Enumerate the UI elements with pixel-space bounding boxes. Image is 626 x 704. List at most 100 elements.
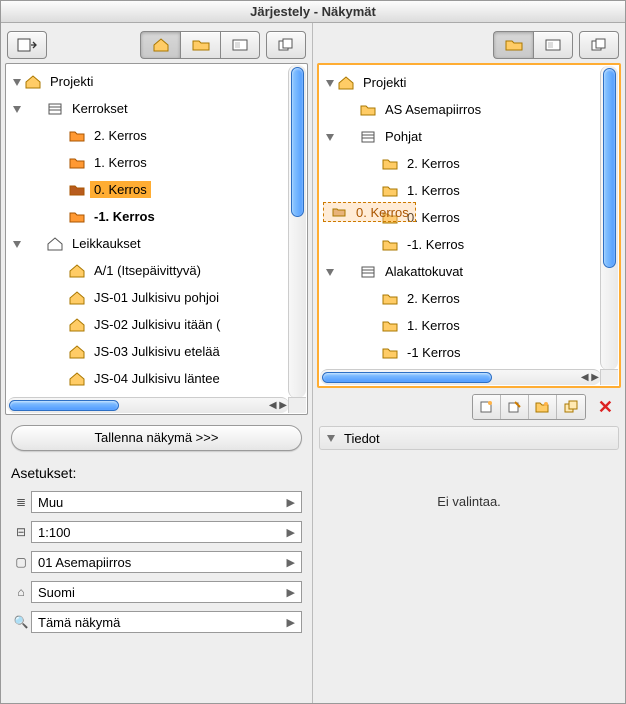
stories-icon — [359, 129, 377, 145]
scroll-arrows[interactable]: ◀ ▶ — [269, 398, 287, 413]
right-view-mode — [493, 31, 573, 59]
units-icon: ⌂ — [11, 585, 31, 599]
layers-icon: ≣ — [11, 495, 31, 509]
tree-label: -1 Kerros — [403, 344, 464, 361]
view-layouts-button[interactable] — [533, 31, 573, 59]
tree-row-sections[interactable]: Leikkaukset — [6, 230, 307, 257]
tree-label: 1. Kerros — [403, 317, 464, 334]
tree-row-root[interactable]: Projekti — [6, 68, 307, 95]
tree-row-root[interactable]: Projekti — [319, 69, 619, 96]
tree-row-section[interactable]: JS-02 Julkisivu itään ( — [6, 311, 307, 338]
tree-row-siteplan[interactable]: AS Asemapiirros — [319, 96, 619, 123]
tree-row-section[interactable]: JS-03 Julkisivu etelää — [6, 338, 307, 365]
left-toolbar — [5, 27, 308, 63]
tree-label: JS-01 Julkisivu pohjoi — [90, 289, 223, 306]
details-disclosure[interactable]: Tiedot — [319, 426, 619, 450]
tree-row-ceiling[interactable]: -1 Kerros — [319, 339, 619, 366]
tree-label: Kerrokset — [68, 100, 132, 117]
content: Projekti Kerrokset 2. Kerros1. Kerros0. … — [1, 23, 625, 703]
setting-value: Muu — [38, 495, 63, 510]
setting-row: ▢01 Asemapiirros▶ — [11, 549, 302, 575]
view-project-button[interactable] — [140, 31, 180, 59]
new-view-button[interactable] — [473, 395, 501, 419]
setting-row: ⊟1:100▶ — [11, 519, 302, 545]
tree-row-plans[interactable]: Pohjat — [319, 123, 619, 150]
project-icon — [24, 74, 42, 90]
save-view-button[interactable]: Tallenna näkymä >>> — [11, 425, 302, 451]
tree-label: -1. Kerros — [90, 208, 159, 225]
tree-label: 2. Kerros — [403, 290, 464, 307]
setting-select[interactable]: Muu▶ — [31, 491, 302, 513]
right-toolbar — [317, 27, 621, 63]
disclosure-icon[interactable] — [323, 267, 337, 277]
scale-icon: ⊟ — [11, 525, 31, 539]
disclosure-icon[interactable] — [323, 78, 337, 88]
tree-label: Projekti — [359, 74, 410, 91]
delete-button[interactable]: ✕ — [594, 397, 617, 418]
tree-row-ceilings[interactable]: Alakattokuvat — [319, 258, 619, 285]
tree-label: Alakattokuvat — [381, 263, 467, 280]
tree-row-floors[interactable]: Kerrokset — [6, 95, 307, 122]
folder-icon — [68, 209, 86, 225]
disclosure-icon[interactable] — [10, 104, 24, 114]
tree-row-floor[interactable]: -1. Kerros — [6, 203, 307, 230]
horizontal-scrollbar[interactable]: ◀ ▶ — [7, 397, 289, 413]
view-folders-button[interactable] — [493, 31, 533, 59]
disclosure-icon[interactable] — [10, 239, 24, 249]
stories-icon — [46, 101, 64, 117]
tree-row-plan[interactable]: -1. Kerros — [319, 231, 619, 258]
setting-row: ⌂Suomi▶ — [11, 579, 302, 605]
right-action-bar: ✕ — [317, 388, 621, 422]
right-tree-container: Projekti AS Asemapiirros Pohjat 2 — [317, 63, 621, 388]
left-view-mode — [140, 31, 260, 59]
tree-row-floor[interactable]: 2. Kerros — [6, 122, 307, 149]
setting-row: ≣Muu▶ — [11, 489, 302, 515]
new-folder-button[interactable] — [529, 395, 557, 419]
setting-select[interactable]: 1:100▶ — [31, 521, 302, 543]
view-layouts-button[interactable] — [220, 31, 260, 59]
right-tree[interactable]: Projekti AS Asemapiirros Pohjat 2 — [319, 65, 619, 386]
export-button[interactable] — [7, 31, 47, 59]
vertical-scrollbar[interactable] — [288, 65, 306, 398]
elevation-icon — [68, 263, 86, 279]
tree-row-section[interactable]: JS-04 Julkisivu läntee — [6, 365, 307, 392]
clone-button-left[interactable] — [266, 31, 306, 59]
tree-label: JS-02 Julkisivu itään ( — [90, 316, 224, 333]
tree-row-plan[interactable]: 0. Kerros — [319, 204, 619, 231]
setting-select[interactable]: Tämä näkymä▶ — [31, 611, 302, 633]
tree-row-floor[interactable]: 1. Kerros — [6, 149, 307, 176]
tree-row-ceiling[interactable]: 2. Kerros — [319, 285, 619, 312]
folder-icon — [381, 156, 399, 172]
view-folders-button[interactable] — [180, 31, 220, 59]
tree-label: Leikkaukset — [68, 235, 145, 252]
tree-label: 1. Kerros — [403, 182, 464, 199]
tree-row-plan[interactable]: 1. Kerros — [319, 177, 619, 204]
tree-row-floor[interactable]: 0. Kerros — [6, 176, 307, 203]
horizontal-scrollbar[interactable]: ◀ ▶ — [320, 369, 601, 385]
duplicate-button[interactable] — [557, 395, 585, 419]
elevation-icon — [68, 290, 86, 306]
project-icon — [337, 75, 355, 91]
tree-row-section[interactable]: A/1 (Itsepäivittyvä) — [6, 257, 307, 284]
stories-icon — [359, 264, 377, 280]
vertical-scrollbar[interactable] — [600, 66, 618, 370]
organizer-window: Järjestely - Näkymät — [0, 0, 626, 704]
left-tree[interactable]: Projekti Kerrokset 2. Kerros1. Kerros0. … — [6, 64, 307, 414]
tree-row-section[interactable]: JS-01 Julkisivu pohjoi — [6, 284, 307, 311]
tree-label: AS Asemapiirros — [381, 101, 485, 118]
folder-icon — [381, 237, 399, 253]
edit-view-button[interactable] — [501, 395, 529, 419]
folder-icon — [68, 182, 86, 198]
tree-row-plan[interactable]: 2. Kerros — [319, 150, 619, 177]
setting-select[interactable]: Suomi▶ — [31, 581, 302, 603]
clone-button-right[interactable] — [579, 31, 619, 59]
setting-select[interactable]: 01 Asemapiirros▶ — [31, 551, 302, 573]
disclosure-icon[interactable] — [10, 77, 24, 87]
scroll-arrows[interactable]: ◀ ▶ — [581, 370, 599, 385]
disclosure-icon — [324, 433, 338, 443]
details-empty-text: Ei valintaa. — [437, 494, 501, 509]
left-tree-container: Projekti Kerrokset 2. Kerros1. Kerros0. … — [5, 63, 308, 415]
tree-label: Projekti — [46, 73, 97, 90]
disclosure-icon[interactable] — [323, 132, 337, 142]
tree-row-ceiling[interactable]: 1. Kerros — [319, 312, 619, 339]
